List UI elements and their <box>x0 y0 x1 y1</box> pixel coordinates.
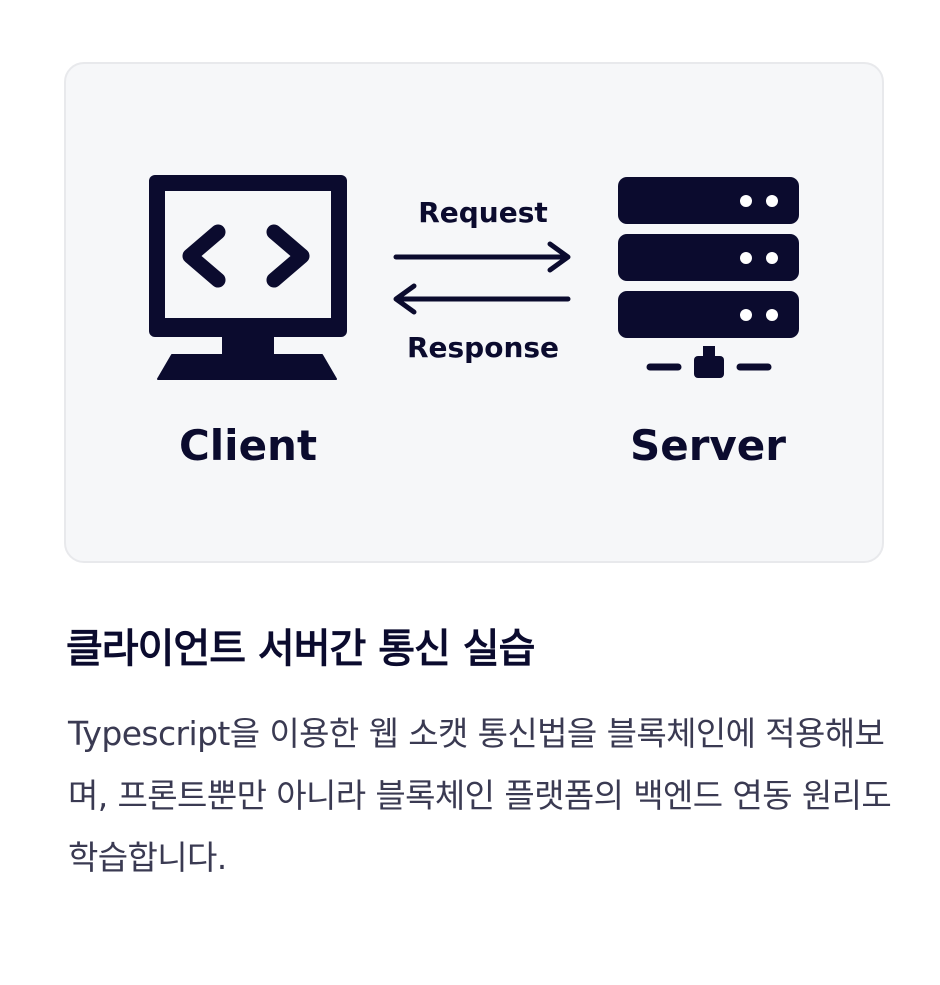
arrow-right-icon <box>393 241 571 273</box>
arrow-left-icon <box>393 283 571 315</box>
request-label: Request <box>418 196 548 229</box>
server-rack-icon <box>618 177 799 378</box>
description-text: Typescript을 이용한 웹 소캣 통신법을 블록체인에 적용해보며, 프… <box>68 714 892 877</box>
monitor-code-icon <box>149 175 347 380</box>
diagram-card: Request Response Client Server <box>64 62 884 563</box>
page-title: 클라이언트 서버간 통신 실습 <box>66 626 535 672</box>
client-server-diagram: Request Response Client Server <box>149 175 799 470</box>
client-label: Client <box>179 421 317 470</box>
response-label: Response <box>407 331 559 364</box>
server-label: Server <box>630 421 786 470</box>
